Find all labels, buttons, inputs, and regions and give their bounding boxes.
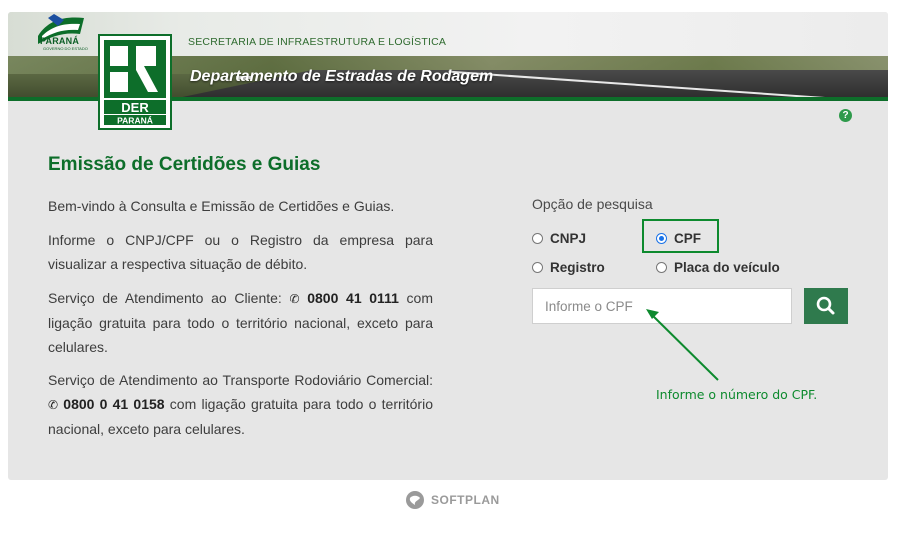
der-emblem-icon: DER PARANÁ <box>104 40 166 126</box>
cpf-highlight-box <box>642 219 719 253</box>
welcome-text: Bem-vindo à Consulta e Emissão de Certid… <box>48 198 395 214</box>
secretaria-label: SECRETARIA DE INFRAESTRUTURA E LOGÍSTICA <box>188 36 447 48</box>
footer-brand: SOFTPLAN <box>405 490 500 510</box>
customer-service-text: Serviço de Atendimento ao Cliente: ✆ 080… <box>48 290 433 355</box>
der-logo-text: DER <box>121 100 149 115</box>
help-icon[interactable]: ? <box>839 109 852 122</box>
search-button[interactable] <box>804 288 848 324</box>
search-icon <box>816 296 835 315</box>
softplan-logo-icon <box>406 491 424 509</box>
cpf-search-input[interactable] <box>532 288 792 324</box>
annotation-text: Informe o número do CPF. <box>656 387 818 402</box>
radio-registro-input[interactable] <box>532 262 543 273</box>
radio-cnpj[interactable]: CNPJ <box>532 231 586 246</box>
state-name: PARANÁ <box>40 36 80 46</box>
transport-service-phone: 0800 0 41 0158 <box>63 396 165 412</box>
customer-service-phone: 0800 41 0111 <box>307 290 399 306</box>
radio-cnpj-input[interactable] <box>532 233 543 244</box>
radio-placa[interactable]: Placa do veículo <box>656 260 780 275</box>
der-logo: DER PARANÁ <box>98 34 172 130</box>
department-title: Departamento de Estradas de Rodagem <box>190 68 494 85</box>
instructions-text: Informe o CNPJ/CPF ou o Registro da empr… <box>48 232 433 272</box>
der-logo-subtext: PARANÁ <box>117 116 153 126</box>
transport-service-text: Serviço de Atendimento ao Transporte Rod… <box>48 372 433 437</box>
page-title: Emissão de Certidões e Guias <box>48 154 321 175</box>
search-option-label: Opção de pesquisa <box>532 196 653 212</box>
phone-icon: ✆ <box>48 398 59 412</box>
phone-icon: ✆ <box>289 292 300 306</box>
radio-registro[interactable]: Registro <box>532 260 605 275</box>
radio-placa-input[interactable] <box>656 262 667 273</box>
state-subtitle: GOVERNO DO ESTADO <box>43 46 88 51</box>
